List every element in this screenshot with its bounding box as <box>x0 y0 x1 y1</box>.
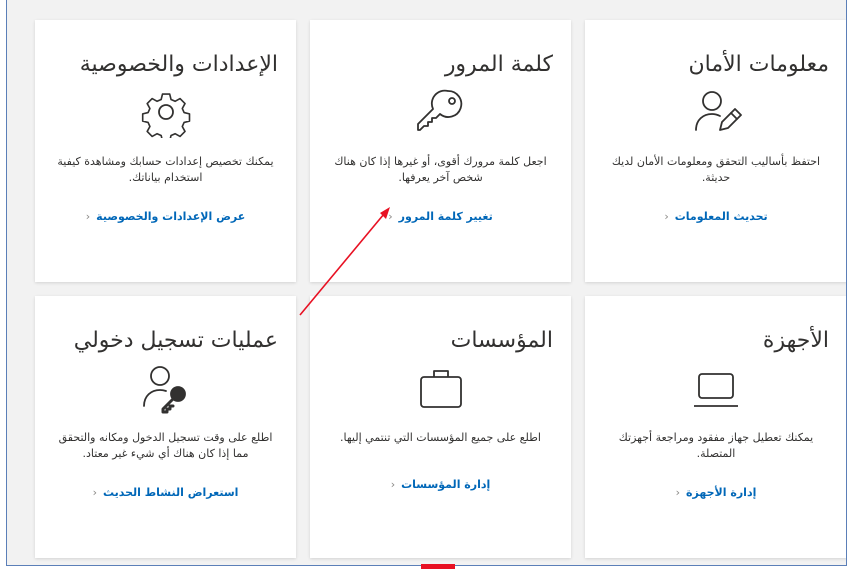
card-sign-in-activity: عمليات تسجيل دخولي اطلع على وقت تسجيل ال… <box>35 296 296 558</box>
card-title: عمليات تسجيل دخولي <box>73 328 278 353</box>
link-label: عرض الإعدادات والخصوصية <box>96 210 246 223</box>
link-label: تحديث المعلومات <box>674 210 768 223</box>
key-icon <box>415 86 467 138</box>
chevron-left-icon: ‹ <box>390 478 396 491</box>
card-description: يمكنك تخصيص إعدادات حسابك ومشاهدة كيفية … <box>57 155 274 184</box>
cards-panel: الإعدادات والخصوصية يمكنك تخصيص إعدادات … <box>6 0 847 566</box>
link-label: استعراض النشاط الحديث <box>102 486 239 499</box>
link-label: تغيير كلمة المرور <box>398 210 493 223</box>
scroll-indicator <box>421 564 455 569</box>
card-description: يمكنك تعطيل جهاز مفقود ومراجعة أجهزتك ال… <box>618 431 814 460</box>
card-title: المؤسسات <box>450 328 553 353</box>
update-info-link[interactable]: تحديث المعلومات ‹ <box>585 210 846 223</box>
card-title: كلمة المرور <box>444 52 553 77</box>
card-title: معلومات الأمان <box>688 52 829 77</box>
chevron-left-icon: ‹ <box>388 210 393 223</box>
link-label: إدارة المؤسسات <box>401 478 491 491</box>
chevron-left-icon: ‹ <box>664 210 669 223</box>
card-settings-privacy: الإعدادات والخصوصية يمكنك تخصيص إعدادات … <box>35 20 296 282</box>
card-password: كلمة المرور اجعل كلمة مرورك أقوى، أو غير… <box>310 20 571 282</box>
link-label: إدارة الأجهزة <box>686 486 757 499</box>
chevron-left-icon: ‹ <box>85 210 91 223</box>
chevron-left-icon: ‹ <box>92 486 97 499</box>
user-key-icon <box>140 362 192 414</box>
briefcase-icon <box>415 362 467 414</box>
card-description: اجعل كلمة مرورك أقوى، أو غيرها إذا كان ه… <box>334 155 547 184</box>
card-title: الأجهزة <box>762 328 829 353</box>
manage-organizations-link[interactable]: إدارة المؤسسات ‹ <box>310 478 571 491</box>
review-recent-activity-link[interactable]: استعراض النشاط الحديث ‹ <box>35 486 296 499</box>
card-title: الإعدادات والخصوصية <box>79 52 278 77</box>
card-security-info: معلومات الأمان احتفظ بأساليب التحقق ومعل… <box>585 20 846 282</box>
laptop-icon <box>690 362 742 414</box>
change-password-link[interactable]: تغيير كلمة المرور ‹ <box>310 210 571 223</box>
user-edit-icon <box>690 86 742 138</box>
card-description: اطلع على جميع المؤسسات التي تنتمي إليها. <box>340 431 541 444</box>
chevron-left-icon: ‹ <box>675 486 681 499</box>
card-description: اطلع على وقت تسجيل الدخول ومكانه والتحقق… <box>58 431 273 460</box>
card-description: احتفظ بأساليب التحقق ومعلومات الأمان لدي… <box>611 155 821 184</box>
card-organizations: المؤسسات اطلع على جميع المؤسسات التي تنت… <box>310 296 571 558</box>
card-devices: الأجهزة يمكنك تعطيل جهاز مفقود ومراجعة أ… <box>585 296 846 558</box>
manage-devices-link[interactable]: إدارة الأجهزة ‹ <box>585 486 846 499</box>
view-settings-privacy-link[interactable]: عرض الإعدادات والخصوصية ‹ <box>35 210 296 223</box>
gear-icon <box>140 86 192 138</box>
